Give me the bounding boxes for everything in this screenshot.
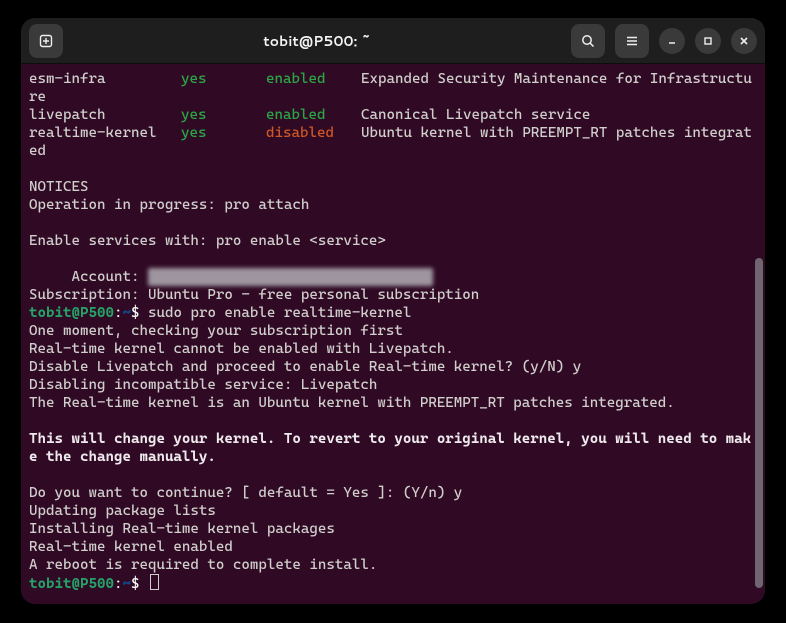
titlebar: tobit@P500: ~ <box>21 18 765 64</box>
titlebar-right-group <box>571 24 757 58</box>
prompt-path-2: ~ <box>122 576 131 592</box>
output-block-2: Do you want to continue? [ default = Yes… <box>29 485 462 573</box>
subscription-line: Subscription: Ubuntu Pro - free personal… <box>29 287 479 303</box>
prompt-dollar-2: $ <box>131 576 140 592</box>
account-label: Account: <box>29 269 148 285</box>
new-tab-icon <box>38 33 54 49</box>
notices-header: NOTICES <box>29 179 88 195</box>
service-table: esm-infrayesenabledExpanded Security Mai… <box>29 71 752 159</box>
notices-line: Operation in progress: pro attach <box>29 197 309 213</box>
close-button[interactable] <box>731 28 757 54</box>
output-block-1: One moment, checking your subscription f… <box>29 323 675 411</box>
scrollbar-thumb[interactable] <box>755 258 763 588</box>
search-icon <box>580 33 596 49</box>
new-tab-button[interactable] <box>29 24 63 58</box>
minimize-icon <box>665 34 679 48</box>
titlebar-left-group <box>29 24 63 58</box>
close-icon <box>737 34 751 48</box>
menu-button[interactable] <box>615 24 649 58</box>
maximize-icon <box>701 34 715 48</box>
window-title: tobit@P500: ~ <box>71 31 563 51</box>
hamburger-icon <box>624 33 640 49</box>
command-1: sudo pro enable realtime-kernel <box>139 305 411 321</box>
prompt-user: tobit@P500 <box>29 305 114 321</box>
search-button[interactable] <box>571 24 605 58</box>
terminal-body[interactable]: esm-infrayesenabledExpanded Security Mai… <box>21 64 765 604</box>
warning-bold: This will change your kernel. To revert … <box>29 431 751 465</box>
maximize-button[interactable] <box>695 28 721 54</box>
account-value-blurred: xxxxxxxxxxxxxxxxxxxxxxxxxxxxxx <box>148 268 433 286</box>
minimize-button[interactable] <box>659 28 685 54</box>
cursor <box>150 574 159 590</box>
prompt-path: ~ <box>122 305 131 321</box>
prompt-user-2: tobit@P500 <box>29 576 114 592</box>
terminal-window: tobit@P500: ~ <box>21 18 765 604</box>
enable-hint: Enable services with: pro enable <servic… <box>29 233 386 249</box>
